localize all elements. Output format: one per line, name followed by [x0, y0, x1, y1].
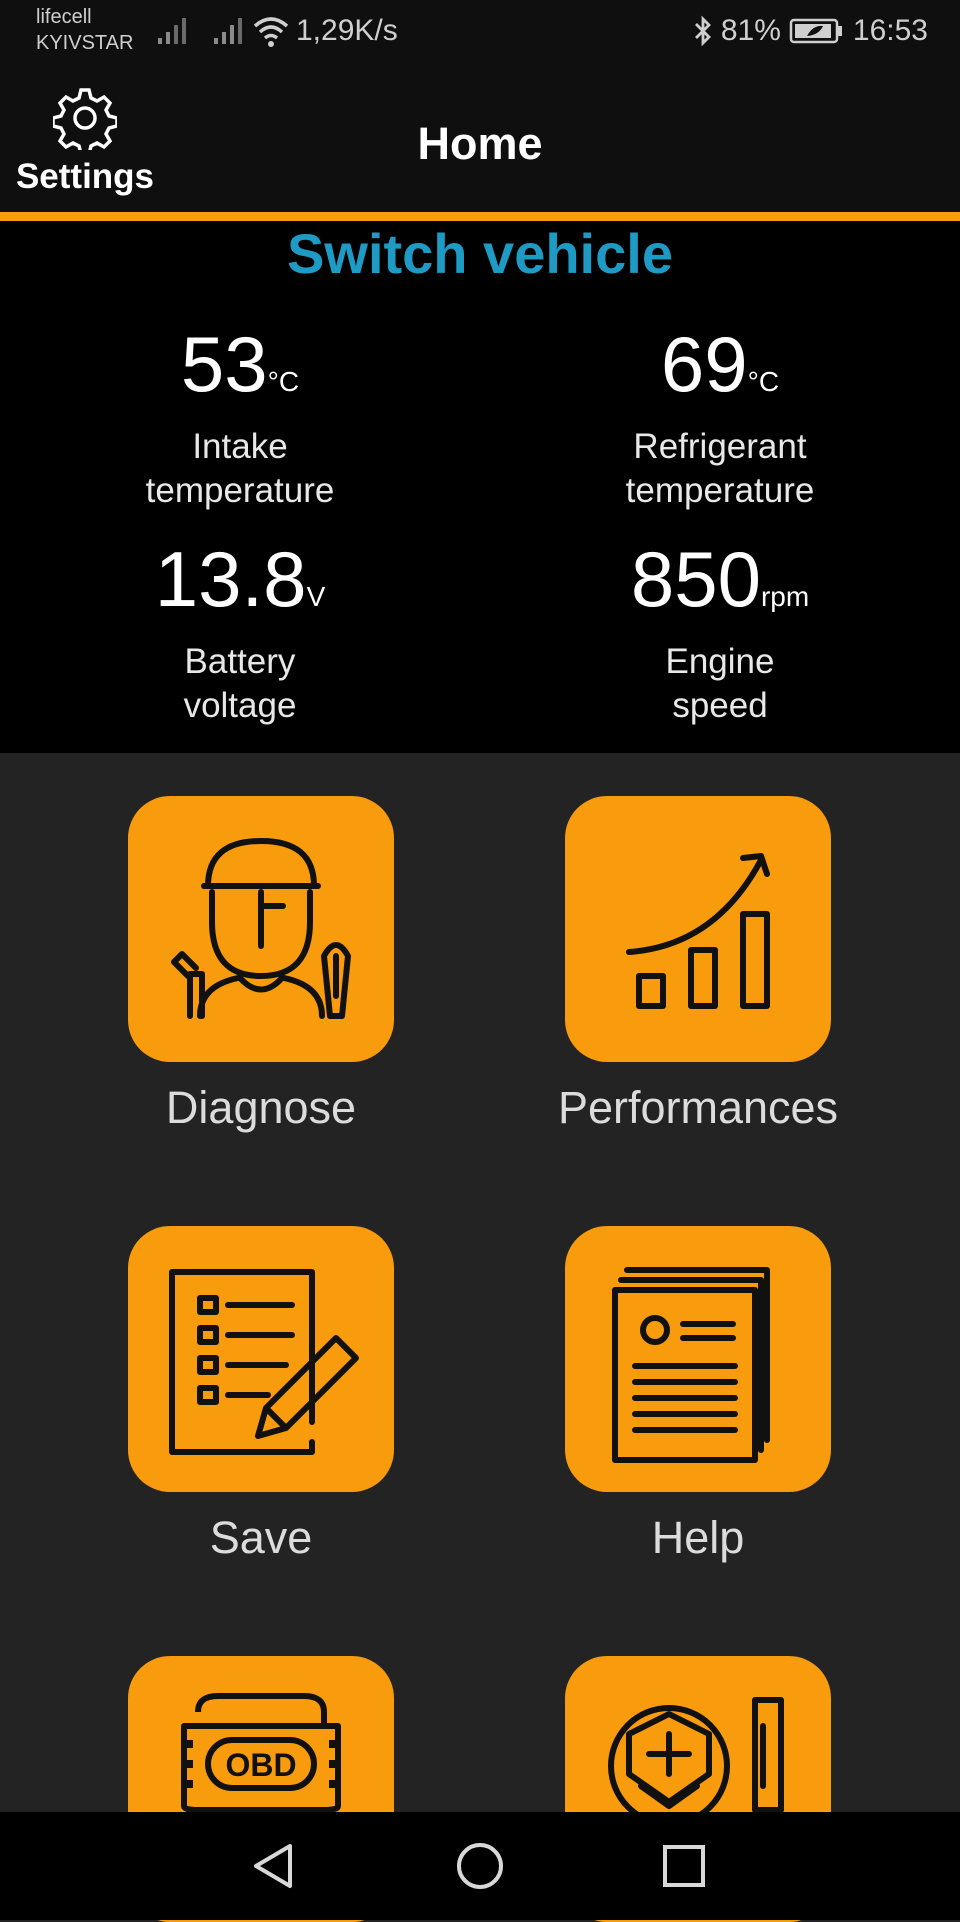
tile-label-help: Help [651, 1512, 745, 1563]
clock: 16:53 [852, 14, 928, 47]
tile-label-performances: Performances [557, 1082, 839, 1133]
metric-value: 53 [180, 320, 268, 408]
metric-unit: °C [267, 366, 300, 397]
metric-label: Intake temperature [145, 427, 335, 510]
mechanic-icon [171, 838, 351, 1019]
checklist-icon [169, 1269, 359, 1455]
vehicle-dashboard: Switch vehicle 53°C Intake temperature 6… [0, 221, 960, 753]
obd-icon-text: OBD [225, 1747, 296, 1783]
metric-value: 13.8 [154, 535, 307, 623]
metric-battery-voltage: 13.8V Battery voltage [0, 536, 480, 728]
tile-label-diagnose: Diagnose [165, 1082, 357, 1133]
recents-icon[interactable] [652, 1834, 716, 1898]
save-tile[interactable] [128, 1226, 394, 1492]
signal-icon [158, 18, 186, 44]
metric-label: Engine speed [665, 642, 775, 725]
system-nav-bar [0, 1812, 960, 1920]
net-speed: 1,29K/s [296, 14, 398, 47]
header-divider [0, 212, 960, 221]
signal-icon [214, 18, 242, 44]
metric-unit: rpm [760, 581, 810, 612]
battery-icon [789, 18, 842, 44]
battery-percent: 81% [720, 14, 781, 47]
performances-tile[interactable] [565, 796, 831, 1062]
metric-refrigerant-temperature: 69°C Refrigerant temperature [480, 321, 960, 513]
app-header: Settings Home [0, 66, 960, 212]
metric-engine-speed: 850rpm Engine speed [480, 536, 960, 728]
bluetooth-icon [694, 15, 711, 47]
home-icon[interactable] [448, 1834, 512, 1898]
back-icon[interactable] [242, 1834, 306, 1898]
metric-unit: °C [747, 366, 780, 397]
page-title: Home [417, 118, 543, 169]
status-right: 81% 16:53 [693, 14, 928, 48]
carrier-info: lifecell KYIVSTAR [36, 6, 133, 54]
metric-label: Battery voltage [183, 642, 297, 725]
metric-label: Refrigerant temperature [625, 427, 815, 510]
carrier-2: KYIVSTAR [36, 32, 134, 54]
diagnose-tile[interactable] [128, 796, 394, 1062]
wifi-icon [253, 17, 289, 47]
documents-icon [612, 1267, 770, 1463]
switch-vehicle-link[interactable]: Switch vehicle [0, 221, 960, 286]
status-bar: lifecell KYIVSTAR 1,29K/s 81% 16:53 [0, 0, 960, 66]
tile-label-save: Save [209, 1512, 313, 1563]
metric-value: 850 [630, 535, 761, 623]
metric-unit: V [306, 581, 326, 612]
metric-intake-temperature: 53°C Intake temperature [0, 321, 480, 513]
metric-value: 69 [660, 320, 748, 408]
growth-chart-icon [626, 853, 770, 1009]
carrier-1: lifecell [36, 6, 92, 28]
help-tile[interactable] [565, 1226, 831, 1492]
